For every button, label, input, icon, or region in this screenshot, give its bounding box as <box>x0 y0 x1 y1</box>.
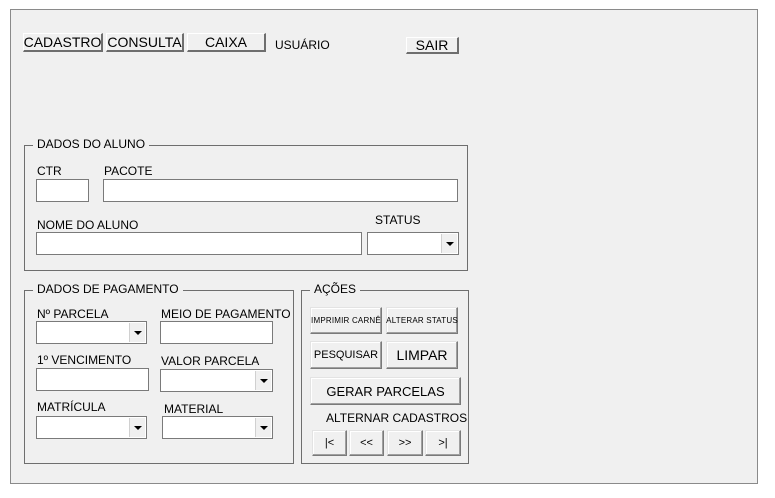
dados-aluno-title: DADOS DO ALUNO <box>33 137 150 151</box>
last-record-button[interactable]: >| <box>425 430 461 456</box>
imprimir-carne-button[interactable]: IMPRIMIR CARNÊ <box>310 307 382 334</box>
chevron-down-icon[interactable] <box>129 323 145 342</box>
material-select[interactable] <box>162 416 273 439</box>
meio-pagamento-field[interactable] <box>160 321 273 344</box>
dados-pagamento-title: DADOS DE PAGAMENTO <box>33 282 183 296</box>
first-record-button[interactable]: |< <box>312 430 347 456</box>
valor-parcela-label: VALOR PARCELA <box>161 354 260 368</box>
sair-button[interactable]: SAIR <box>406 37 459 54</box>
limpar-button[interactable]: LIMPAR <box>386 341 458 369</box>
nome-aluno-field[interactable] <box>36 232 362 255</box>
pacote-field[interactable] <box>103 179 458 202</box>
material-label: MATERIAL <box>164 402 224 416</box>
meio-pagamento-label: MEIO DE PAGAMENTO <box>161 307 291 321</box>
gerar-parcelas-button[interactable]: GERAR PARCELAS <box>310 377 461 405</box>
caixa-button[interactable]: CAIXA <box>187 33 266 52</box>
pacote-label: PACOTE <box>104 164 153 178</box>
chevron-down-icon[interactable] <box>441 234 457 253</box>
ctr-label: CTR <box>37 164 62 178</box>
ctr-field[interactable] <box>36 179 89 202</box>
alterar-status-button[interactable]: ALTERAR STATUS <box>386 307 458 334</box>
cadastro-button[interactable]: CADASTRO <box>23 33 103 52</box>
status-select[interactable] <box>367 232 459 255</box>
valor-parcela-select[interactable] <box>160 369 273 392</box>
parcela-label: Nº PARCELA <box>37 307 109 321</box>
parcela-select[interactable] <box>36 321 147 344</box>
usuario-label: USUÁRIO <box>275 38 330 52</box>
chevron-down-icon[interactable] <box>255 371 271 390</box>
acoes-title: AÇÕES <box>310 282 361 296</box>
consulta-button[interactable]: CONSULTA <box>106 33 184 52</box>
pesquisar-button[interactable]: PESQUISAR <box>310 341 382 369</box>
alternar-cadastros-label: ALTERNAR CADASTROS <box>326 411 468 425</box>
nome-aluno-label: NOME DO ALUNO <box>37 218 139 232</box>
chevron-down-icon[interactable] <box>255 418 271 437</box>
chevron-down-icon[interactable] <box>129 418 145 437</box>
next-record-button[interactable]: >> <box>387 430 423 456</box>
matricula-label: MATRÍCULA <box>37 400 106 414</box>
matricula-select[interactable] <box>36 416 147 439</box>
previous-record-button[interactable]: << <box>349 430 384 456</box>
status-label: STATUS <box>375 213 421 227</box>
vencimento-field[interactable] <box>36 368 149 391</box>
vencimento-label: 1º VENCIMENTO <box>37 353 132 367</box>
